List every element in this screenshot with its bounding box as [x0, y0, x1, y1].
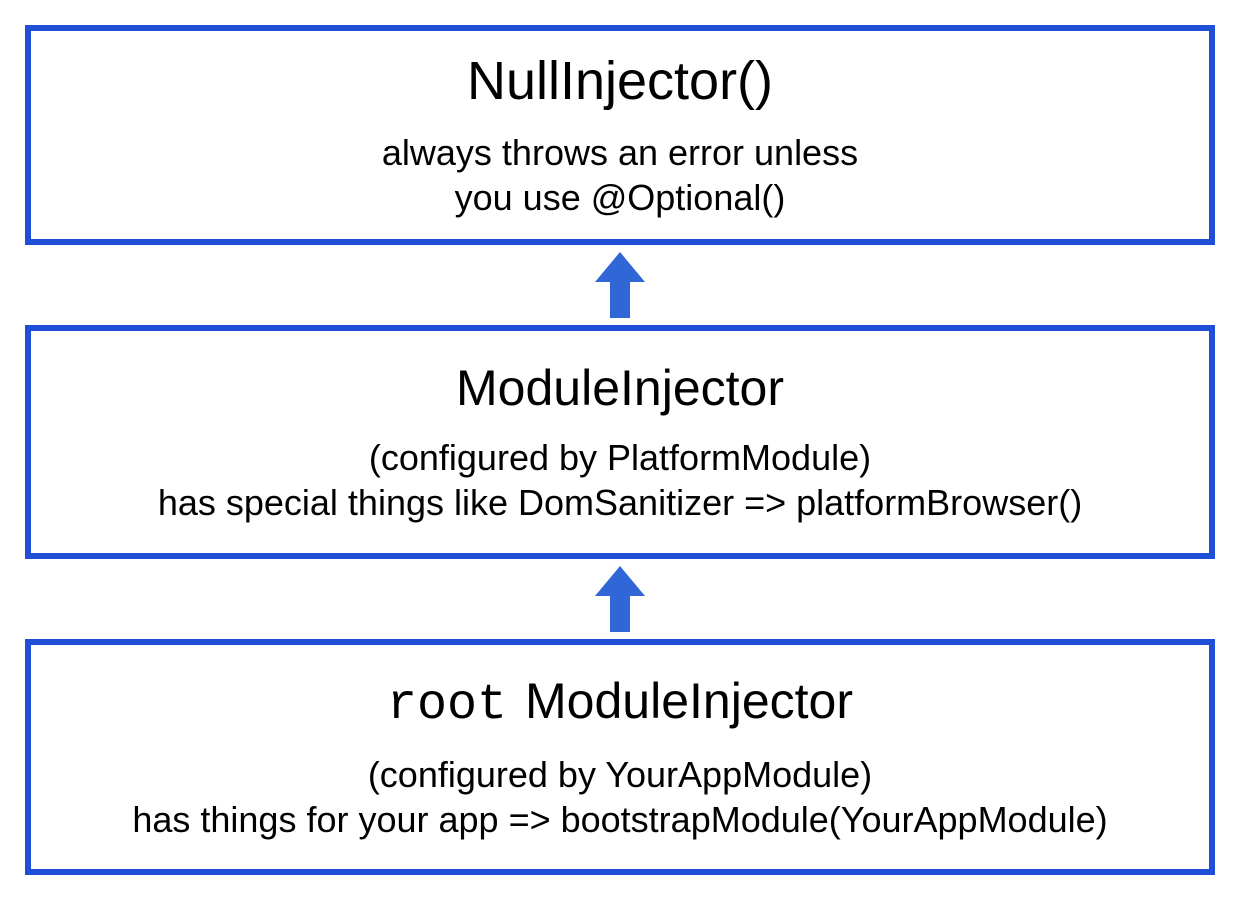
root-module-injector-subtitle: (configured by YourAppModule) has things…: [132, 752, 1107, 842]
module-injector-label: ModuleInjector: [525, 672, 853, 730]
null-injector-box: NullInjector() always throws an error un…: [25, 25, 1215, 245]
null-injector-title: NullInjector(): [467, 50, 773, 112]
root-module-injector-box: root ModuleInjector (configured by YourA…: [25, 639, 1215, 875]
module-injector-subtitle: (configured by PlatformModule) has speci…: [158, 435, 1082, 525]
module-injector-box: ModuleInjector (configured by PlatformMo…: [25, 325, 1215, 559]
subtitle-line-2: you use @Optional(): [455, 177, 786, 218]
root-code-label: root: [387, 677, 507, 734]
subtitle-line-2: has special things like DomSanitizer => …: [158, 482, 1082, 523]
root-module-injector-title: root ModuleInjector: [387, 672, 853, 734]
subtitle-line-2: has things for your app => bootstrapModu…: [132, 799, 1107, 840]
subtitle-line-1: (configured by YourAppModule): [368, 754, 872, 795]
module-injector-title: ModuleInjector: [456, 359, 784, 417]
subtitle-line-1: always throws an error unless: [382, 132, 858, 173]
null-injector-subtitle: always throws an error unless you use @O…: [382, 130, 858, 220]
subtitle-line-1: (configured by PlatformModule): [369, 437, 871, 478]
arrow-up-icon: [590, 250, 650, 320]
arrow-up-2: [590, 564, 650, 634]
arrow-up-icon: [590, 564, 650, 634]
arrow-up-1: [590, 250, 650, 320]
